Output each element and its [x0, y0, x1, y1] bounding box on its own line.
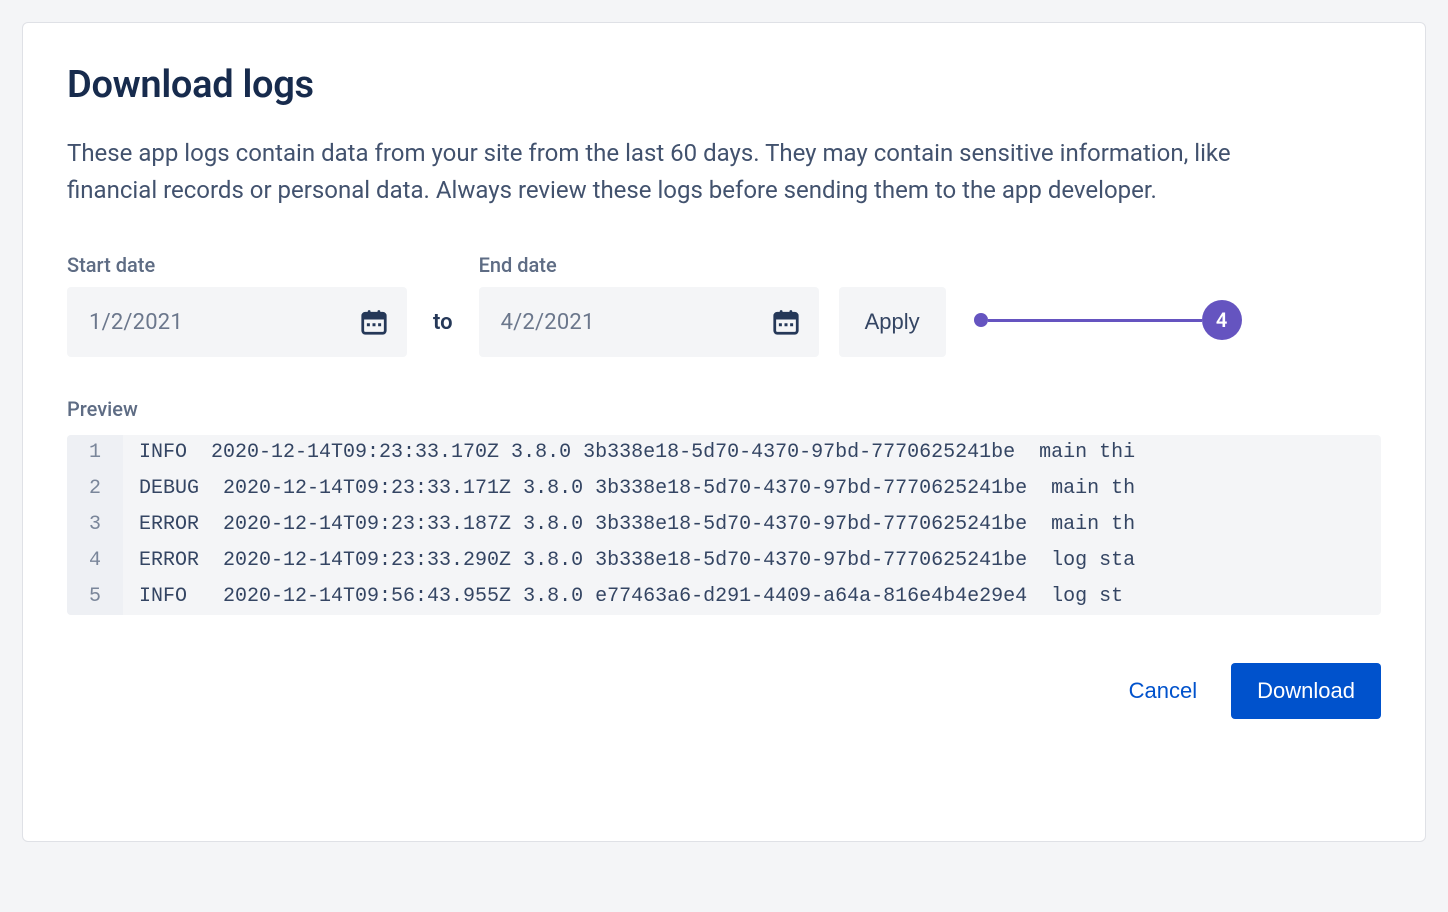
end-date-group: End date 4/2/2021 — [479, 253, 819, 357]
line-number: 1 — [67, 435, 123, 471]
cancel-button[interactable]: Cancel — [1123, 668, 1203, 714]
start-date-value: 1/2/2021 — [89, 310, 183, 335]
log-line: 5 INFO 2020-12-14T09:56:43.955Z 3.8.0 e7… — [67, 579, 1381, 615]
line-number: 5 — [67, 579, 123, 615]
date-range-row: Start date 1/2/2021 to En — [67, 253, 1381, 357]
log-text: DEBUG 2020-12-14T09:23:33.171Z 3.8.0 3b3… — [123, 471, 1135, 507]
log-line: 3 ERROR 2020-12-14T09:23:33.187Z 3.8.0 3… — [67, 507, 1381, 543]
log-line: 1 INFO 2020-12-14T09:23:33.170Z 3.8.0 3b… — [67, 435, 1381, 471]
end-date-input[interactable]: 4/2/2021 — [479, 287, 819, 357]
start-date-group: Start date 1/2/2021 — [67, 253, 407, 357]
calendar-icon[interactable] — [771, 307, 801, 337]
log-text: ERROR 2020-12-14T09:23:33.187Z 3.8.0 3b3… — [123, 507, 1135, 543]
log-line: 4 ERROR 2020-12-14T09:23:33.290Z 3.8.0 3… — [67, 543, 1381, 579]
description-text: These app logs contain data from your si… — [67, 135, 1307, 209]
callout-line — [988, 319, 1202, 322]
line-number: 2 — [67, 471, 123, 507]
log-text: ERROR 2020-12-14T09:23:33.290Z 3.8.0 3b3… — [123, 543, 1135, 579]
callout-number-badge: 4 — [1202, 300, 1242, 340]
line-number: 4 — [67, 543, 123, 579]
page-title: Download logs — [67, 63, 1381, 107]
preview-label: Preview — [67, 397, 1381, 421]
calendar-icon[interactable] — [359, 307, 389, 337]
callout-annotation: 4 — [974, 285, 1242, 355]
log-text: INFO 2020-12-14T09:23:33.170Z 3.8.0 3b33… — [123, 435, 1135, 471]
end-date-label: End date — [479, 253, 819, 277]
line-number: 3 — [67, 507, 123, 543]
start-date-input[interactable]: 1/2/2021 — [67, 287, 407, 357]
callout-dot-icon — [974, 313, 988, 327]
download-logs-card: Download logs These app logs contain dat… — [22, 22, 1426, 842]
log-text: INFO 2020-12-14T09:56:43.955Z 3.8.0 e774… — [123, 579, 1123, 615]
apply-button[interactable]: Apply — [839, 287, 946, 357]
end-date-value: 4/2/2021 — [501, 310, 595, 335]
dialog-actions: Cancel Download — [67, 663, 1381, 719]
log-line: 2 DEBUG 2020-12-14T09:23:33.171Z 3.8.0 3… — [67, 471, 1381, 507]
download-button[interactable]: Download — [1231, 663, 1381, 719]
start-date-label: Start date — [67, 253, 407, 277]
log-preview: 1 INFO 2020-12-14T09:23:33.170Z 3.8.0 3b… — [67, 435, 1381, 615]
to-separator: to — [427, 287, 459, 357]
